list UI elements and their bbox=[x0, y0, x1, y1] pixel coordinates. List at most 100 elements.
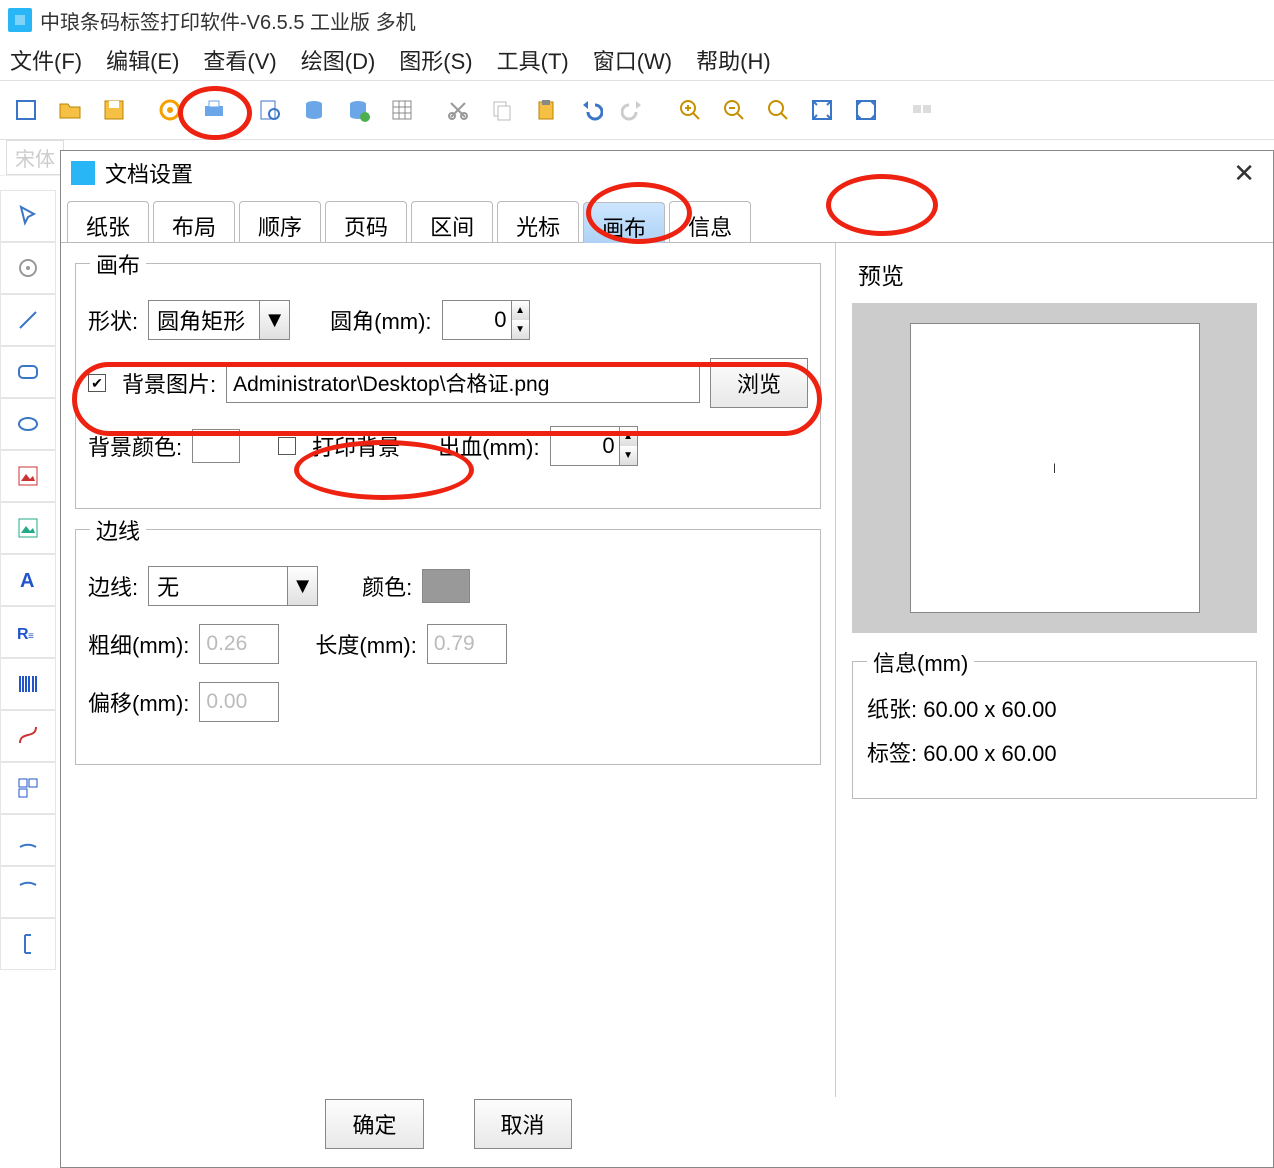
print-icon[interactable] bbox=[194, 90, 234, 130]
length-label: 长度(mm): bbox=[315, 628, 416, 660]
grid-icon[interactable] bbox=[382, 90, 422, 130]
open-icon[interactable] bbox=[50, 90, 90, 130]
save-icon[interactable] bbox=[94, 90, 134, 130]
canvas-group-legend: 画布 bbox=[90, 248, 146, 280]
arc-icon[interactable] bbox=[0, 814, 56, 866]
tab-page[interactable]: 页码 bbox=[325, 201, 407, 242]
cancel-button[interactable]: 取消 bbox=[474, 1099, 572, 1149]
border-combo-value: 无 bbox=[149, 570, 287, 602]
browse-button[interactable]: 浏览 bbox=[710, 358, 808, 408]
bleed-spinner[interactable]: ▲▼ bbox=[550, 426, 638, 466]
menu-tool[interactable]: 工具(T) bbox=[497, 44, 569, 76]
info-label-label: 标签: bbox=[867, 741, 917, 766]
canvas-group: 画布 形状: 圆角矩形 ▼ 圆角(mm): ▲▼ bbox=[75, 263, 821, 509]
info-paper: 纸张: 60.00 x 60.00 bbox=[867, 692, 1242, 724]
menu-edit[interactable]: 编辑(E) bbox=[106, 44, 179, 76]
richtext-icon[interactable]: R≡ bbox=[0, 606, 56, 658]
app-icon bbox=[8, 8, 32, 32]
arc2-icon[interactable] bbox=[0, 866, 56, 918]
border-combo[interactable]: 无 ▼ bbox=[148, 566, 318, 606]
shape-combo[interactable]: 圆角矩形 ▼ bbox=[148, 300, 290, 340]
shape-combo-value: 圆角矩形 bbox=[149, 304, 259, 336]
preview-panel: 预览 | 信息(mm) 纸张: 60.00 x 60.00 标签: 60.00 … bbox=[836, 243, 1273, 1097]
info-legend: 信息(mm) bbox=[867, 646, 974, 678]
undo-icon[interactable] bbox=[570, 90, 610, 130]
zoom-out-icon[interactable] bbox=[714, 90, 754, 130]
tab-layout[interactable]: 布局 bbox=[153, 201, 235, 242]
printbg-checkbox[interactable] bbox=[278, 437, 296, 455]
tab-info[interactable]: 信息 bbox=[669, 201, 751, 242]
spinner-down-icon[interactable]: ▼ bbox=[620, 446, 637, 465]
spinner-up-icon[interactable]: ▲ bbox=[620, 427, 637, 446]
zoom-in-icon[interactable] bbox=[670, 90, 710, 130]
copy-icon[interactable] bbox=[482, 90, 522, 130]
side-toolbar: A R≡ bbox=[0, 190, 56, 970]
menu-help[interactable]: 帮助(H) bbox=[696, 44, 771, 76]
close-icon[interactable]: ✕ bbox=[1225, 158, 1263, 189]
offset-input bbox=[199, 682, 279, 722]
ellipse-icon[interactable] bbox=[0, 398, 56, 450]
menu-bar: 文件(F) 编辑(E) 查看(V) 绘图(D) 图形(S) 工具(T) 窗口(W… bbox=[0, 40, 1274, 80]
bgimage-checkbox[interactable]: ✔ bbox=[88, 374, 106, 392]
info-label-value: 60.00 x 60.00 bbox=[923, 741, 1056, 766]
preview-icon[interactable] bbox=[250, 90, 290, 130]
database-icon[interactable] bbox=[294, 90, 334, 130]
menu-file[interactable]: 文件(F) bbox=[10, 44, 82, 76]
preview-canvas: | bbox=[910, 323, 1200, 613]
paste-icon[interactable] bbox=[526, 90, 566, 130]
border-color-swatch[interactable] bbox=[422, 569, 470, 603]
menu-window[interactable]: 窗口(W) bbox=[593, 44, 672, 76]
chevron-down-icon: ▼ bbox=[259, 301, 289, 339]
tab-cursor[interactable]: 光标 bbox=[497, 201, 579, 242]
chevron-down-icon: ▼ bbox=[287, 567, 317, 605]
bgimage-path-input[interactable] bbox=[226, 363, 700, 403]
tab-range[interactable]: 区间 bbox=[411, 201, 493, 242]
qr-icon[interactable] bbox=[0, 762, 56, 814]
dialog-title: 文档设置 bbox=[105, 157, 193, 189]
menu-view[interactable]: 查看(V) bbox=[203, 44, 276, 76]
fit-page-icon[interactable] bbox=[846, 90, 886, 130]
new-doc-icon[interactable] bbox=[6, 90, 46, 130]
bracket-icon[interactable] bbox=[0, 918, 56, 970]
text-icon[interactable]: A bbox=[0, 554, 56, 606]
gear-icon[interactable] bbox=[150, 90, 190, 130]
line-icon[interactable] bbox=[0, 294, 56, 346]
bgcolor-label: 背景颜色: bbox=[88, 430, 182, 462]
preview-background: | bbox=[852, 303, 1257, 633]
svg-text:≡: ≡ bbox=[28, 631, 34, 642]
border-label: 边线: bbox=[88, 570, 138, 602]
image-icon[interactable] bbox=[0, 502, 56, 554]
cut-icon[interactable] bbox=[438, 90, 478, 130]
pointer-icon[interactable] bbox=[0, 190, 56, 242]
more-icon[interactable] bbox=[902, 90, 942, 130]
tab-order[interactable]: 顺序 bbox=[239, 201, 321, 242]
svg-text:A: A bbox=[20, 570, 34, 592]
dialog-buttons: 确定 取消 bbox=[61, 1099, 836, 1149]
menu-shape[interactable]: 图形(S) bbox=[399, 44, 472, 76]
database-add-icon[interactable] bbox=[338, 90, 378, 130]
spinner-up-icon[interactable]: ▲ bbox=[512, 301, 529, 320]
menu-draw[interactable]: 绘图(D) bbox=[301, 44, 376, 76]
color-label: 颜色: bbox=[362, 570, 412, 602]
barcode-icon[interactable] bbox=[0, 658, 56, 710]
tab-canvas[interactable]: 画布 bbox=[583, 202, 665, 243]
corner-input[interactable] bbox=[442, 300, 512, 340]
info-label: 标签: 60.00 x 60.00 bbox=[867, 736, 1242, 768]
roundrect-icon[interactable] bbox=[0, 346, 56, 398]
fit-icon[interactable] bbox=[802, 90, 842, 130]
ok-button[interactable]: 确定 bbox=[325, 1099, 423, 1149]
bgcolor-swatch[interactable] bbox=[192, 429, 240, 463]
tab-paper[interactable]: 纸张 bbox=[67, 201, 149, 242]
bleed-input[interactable] bbox=[550, 426, 620, 466]
curve-icon[interactable] bbox=[0, 710, 56, 762]
font-combo[interactable]: 宋体 bbox=[6, 140, 64, 175]
corner-spinner[interactable]: ▲▼ bbox=[442, 300, 530, 340]
zoom-100-icon[interactable] bbox=[758, 90, 798, 130]
spinner-down-icon[interactable]: ▼ bbox=[512, 320, 529, 339]
main-toolbar bbox=[0, 80, 1274, 140]
thick-input bbox=[199, 624, 279, 664]
redo-icon[interactable] bbox=[614, 90, 654, 130]
target-icon[interactable] bbox=[0, 242, 56, 294]
vector-image-icon[interactable] bbox=[0, 450, 56, 502]
canvas-settings-panel: 画布 形状: 圆角矩形 ▼ 圆角(mm): ▲▼ bbox=[61, 243, 836, 1097]
